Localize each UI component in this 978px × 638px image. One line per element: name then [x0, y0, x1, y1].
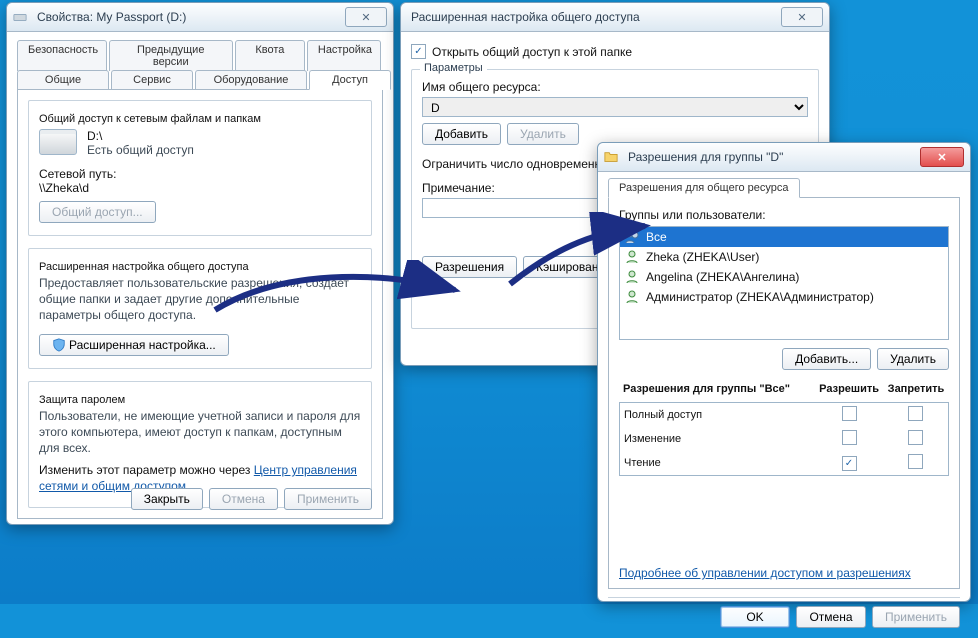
group-legend: Параметры — [420, 62, 487, 74]
pw-hint: Изменить этот параметр можно через — [39, 463, 254, 477]
window-title: Свойства: My Passport (D:) — [33, 10, 345, 24]
network-sharing-group: Общий доступ к сетевым файлам и папкам D… — [28, 100, 372, 236]
adv-desc: Предоставляет пользовательские разрешени… — [39, 275, 361, 324]
window-title: Расширенная настройка общего доступа — [407, 10, 781, 24]
user-name: Администратор (ZHEKA\Администратор) — [646, 290, 874, 304]
close-button[interactable]: Закрыть — [131, 488, 203, 510]
drive-letter: D:\ — [87, 129, 194, 143]
groups-label: Группы или пользователи: — [619, 208, 949, 222]
perm-name: Чтение — [620, 451, 816, 475]
tab-quota[interactable]: Квота — [235, 40, 305, 71]
user-row[interactable]: Zheka (ZHEKA\User) — [620, 247, 948, 267]
titlebar: Расширенная настройка общего доступа ✕ — [401, 3, 829, 32]
user-row[interactable]: Все — [620, 227, 948, 247]
close-button[interactable]: ✕ — [781, 7, 823, 27]
advanced-sharing-group: Расширенная настройка общего доступа Пре… — [28, 248, 372, 369]
user-row[interactable]: Angelina (ZHEKA\Ангелина) — [620, 267, 948, 287]
deny-checkbox[interactable] — [908, 430, 923, 445]
user-name: Zheka (ZHEKA\User) — [646, 250, 759, 264]
cancel-button[interactable]: Отмена — [209, 488, 278, 510]
apply-button[interactable]: Применить — [284, 488, 372, 510]
titlebar: Разрешения для группы "D" ✕ — [598, 143, 970, 172]
share-button[interactable]: Общий доступ... — [39, 201, 156, 223]
learn-more-link[interactable]: Подробнее об управлении доступом и разре… — [619, 566, 911, 580]
group-legend: Общий доступ к сетевым файлам и папкам — [39, 113, 261, 125]
shield-icon — [52, 338, 66, 352]
add-share-button[interactable]: Добавить — [422, 123, 501, 145]
perm-for-label: Разрешения для группы "Все" — [619, 380, 815, 398]
properties-window: Свойства: My Passport (D:) ✕ Безопасност… — [6, 2, 394, 525]
perm-row: Чтение ✓ — [620, 451, 948, 475]
checkbox-label: Открыть общий доступ к этой папке — [432, 45, 632, 59]
allow-checkbox[interactable]: ✓ — [842, 456, 857, 471]
advanced-sharing-button[interactable]: Расширенная настройка... — [39, 334, 229, 356]
tab-row-lower: Общие Сервис Оборудование Доступ — [17, 70, 383, 90]
perm-name: Изменение — [620, 427, 816, 451]
cancel-button[interactable]: Отмена — [796, 606, 866, 628]
ok-button[interactable]: OK — [720, 606, 790, 628]
tab-hardware[interactable]: Оборудование — [195, 70, 307, 90]
group-legend: Защита паролем — [39, 394, 125, 406]
user-name: Angelina (ZHEKA\Ангелина) — [646, 270, 799, 284]
titlebar: Свойства: My Passport (D:) ✕ — [7, 3, 393, 32]
permissions-window: Разрешения для группы "D" ✕ Разрешения д… — [597, 142, 971, 602]
allow-checkbox[interactable] — [842, 406, 857, 421]
deny-checkbox[interactable] — [908, 406, 923, 421]
group-legend: Расширенная настройка общего доступа — [39, 261, 249, 273]
tab-general[interactable]: Общие — [17, 70, 109, 90]
user-icon — [624, 249, 640, 265]
window-title: Разрешения для группы "D" — [624, 150, 920, 164]
share-this-folder-checkbox[interactable]: ✓ Открыть общий доступ к этой папке — [411, 44, 819, 59]
col-deny: Запретить — [883, 380, 949, 398]
del-share-button[interactable]: Удалить — [507, 123, 579, 145]
allow-checkbox[interactable] — [842, 430, 857, 445]
tab-security[interactable]: Безопасность — [17, 40, 107, 71]
share-status: Есть общий доступ — [87, 143, 194, 157]
perm-name: Полный доступ — [620, 403, 816, 427]
drive-icon — [13, 10, 27, 24]
user-name: Все — [646, 230, 667, 244]
user-row[interactable]: Администратор (ZHEKA\Администратор) — [620, 287, 948, 307]
col-allow: Разрешить — [815, 380, 883, 398]
user-icon — [624, 289, 640, 305]
user-list[interactable]: Все Zheka (ZHEKA\User) Angelina (ZHEKA\А… — [619, 226, 949, 340]
perm-row: Изменение — [620, 427, 948, 451]
apply-button[interactable]: Применить — [872, 606, 960, 628]
permissions-button[interactable]: Разрешения — [422, 256, 517, 278]
tab-row-upper: Безопасность Предыдущие версии Квота Нас… — [17, 40, 383, 71]
netpath-label: Сетевой путь: — [39, 167, 361, 181]
drive-icon-large — [39, 129, 77, 155]
group-icon — [624, 229, 640, 245]
tab-customize[interactable]: Настройка — [307, 40, 381, 71]
close-button[interactable]: ✕ — [345, 7, 387, 27]
remove-user-button[interactable]: Удалить — [877, 348, 949, 370]
perm-row: Полный доступ — [620, 403, 948, 427]
tab-tools[interactable]: Сервис — [111, 70, 193, 90]
share-name-select[interactable]: D — [422, 97, 808, 117]
adv-btn-label: Расширенная настройка... — [69, 338, 216, 352]
tab-sharing[interactable]: Доступ — [309, 70, 391, 90]
tab-previous-versions[interactable]: Предыдущие версии — [109, 40, 233, 71]
netpath-value: \\Zheka\d — [39, 181, 361, 195]
folder-icon — [604, 150, 618, 164]
close-button[interactable]: ✕ — [920, 147, 964, 167]
tab-share-permissions[interactable]: Разрешения для общего ресурса — [608, 178, 800, 198]
checkbox-box: ✓ — [411, 44, 426, 59]
add-user-button[interactable]: Добавить... — [782, 348, 871, 370]
user-icon — [624, 269, 640, 285]
share-name-label: Имя общего ресурса: — [422, 80, 808, 94]
pw-desc: Пользователи, не имеющие учетной записи … — [39, 408, 361, 457]
deny-checkbox[interactable] — [908, 454, 923, 469]
